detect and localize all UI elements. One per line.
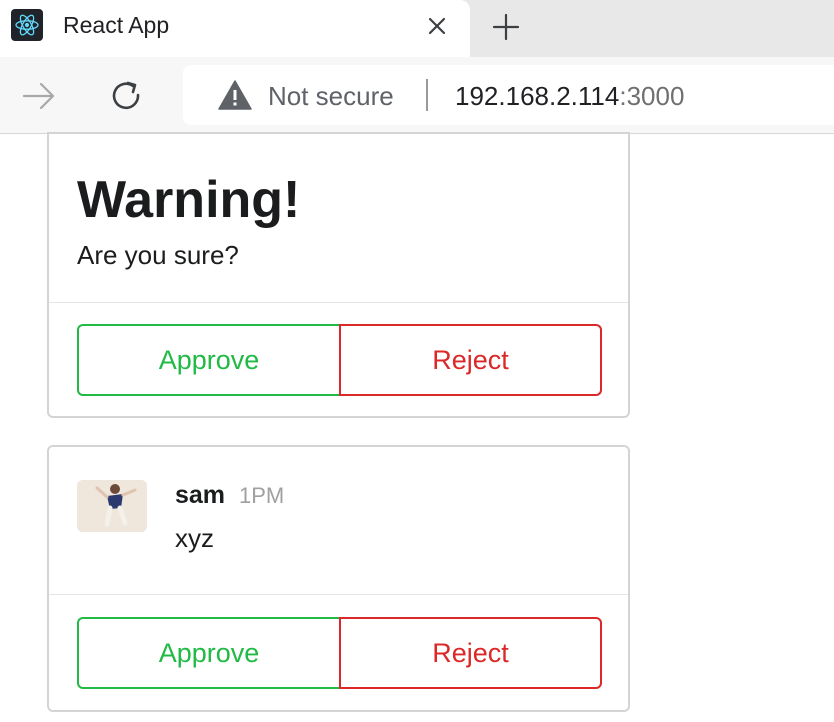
browser-toolbar: Not secure 192.168.2.114:3000	[0, 57, 834, 134]
address-bar[interactable]: Not secure 192.168.2.114:3000	[183, 65, 834, 125]
comment-date: 1PM	[239, 483, 285, 508]
card-divider	[49, 594, 628, 595]
close-icon[interactable]	[422, 11, 452, 41]
button-group: Approve Reject	[77, 324, 602, 396]
url-port: :3000	[619, 81, 685, 111]
card-description: Are you sure?	[77, 240, 239, 270]
page-content: Warning! Are you sure? Approve Reject sa…	[0, 132, 834, 722]
button-group: Approve Reject	[77, 617, 602, 689]
comment-card: sam 1PM xyz Approve Reject	[47, 445, 630, 712]
arrow-right-icon[interactable]	[20, 77, 58, 115]
card-header: Warning!	[77, 171, 301, 229]
url-text[interactable]: 192.168.2.114:3000	[455, 81, 684, 112]
browser-tab-strip: React App	[0, 0, 834, 57]
react-logo-icon	[11, 9, 43, 41]
reload-icon[interactable]	[107, 76, 147, 116]
card-divider	[49, 302, 628, 303]
url-host: 192.168.2.114	[455, 81, 620, 111]
reject-button[interactable]: Reject	[339, 324, 602, 396]
reject-button[interactable]: Reject	[339, 617, 602, 689]
tab-title: React App	[63, 12, 170, 38]
approve-button[interactable]: Approve	[77, 324, 339, 396]
avatar	[77, 480, 147, 532]
comment-text: xyz	[175, 523, 214, 553]
comment-author[interactable]: sam	[175, 481, 225, 510]
plus-icon[interactable]	[487, 8, 525, 46]
warning-card: Warning! Are you sure? Approve Reject	[47, 132, 630, 418]
browser-tab[interactable]: React App	[0, 0, 470, 57]
omnibox-divider	[426, 79, 428, 111]
security-status-text[interactable]: Not secure	[268, 81, 394, 112]
warning-triangle-icon[interactable]	[218, 80, 252, 110]
approve-button[interactable]: Approve	[77, 617, 339, 689]
